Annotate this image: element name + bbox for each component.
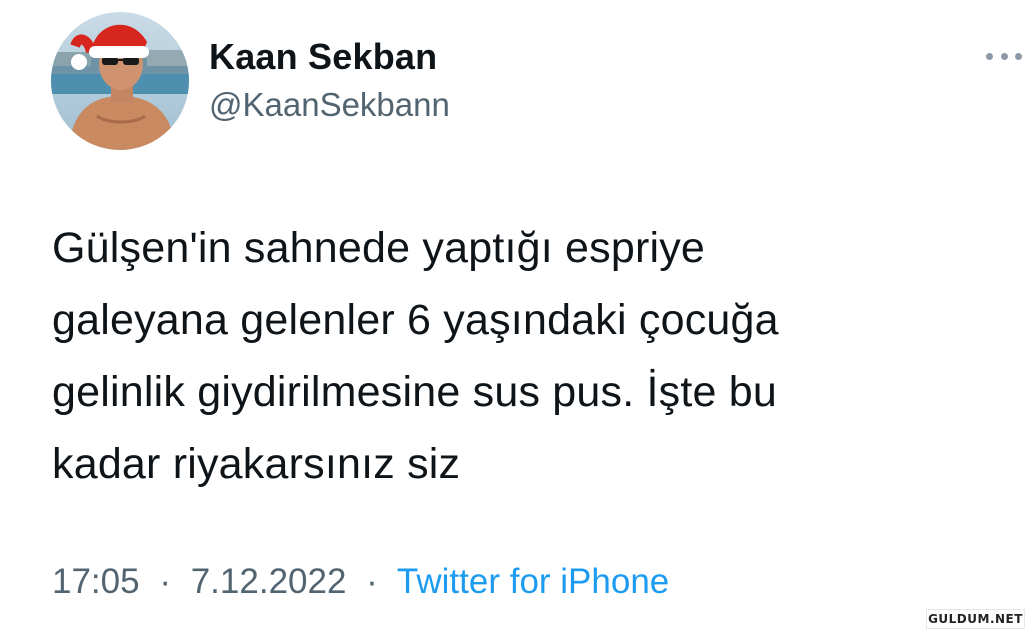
more-dot <box>986 52 993 60</box>
author-handle[interactable]: @KaanSekbann <box>209 86 450 124</box>
tweet-time[interactable]: 17:05 <box>52 562 140 601</box>
tweet-text-line: galeyana gelenler 6 yaşındaki çocuğa <box>52 296 779 344</box>
more-options-icon[interactable] <box>986 46 1022 66</box>
avatar[interactable] <box>51 12 189 150</box>
tweet-card: Kaan Sekban @KaanSekbann Gülşen'in sahne… <box>0 0 1027 631</box>
author-display-name[interactable]: Kaan Sekban <box>209 36 437 78</box>
tweet-date[interactable]: 7.12.2022 <box>191 562 347 601</box>
meta-separator: · <box>159 562 171 601</box>
tweet-meta: 17:05 · 7.12.2022 · Twitter for iPhone <box>52 562 669 602</box>
tweet-text-line: gelinlik giydirilmesine sus pus. İşte bu <box>52 368 777 416</box>
tweet-text-line: kadar riyakarsınız siz <box>52 440 461 488</box>
tweet-source-link[interactable]: Twitter for iPhone <box>397 562 669 601</box>
tweet-text-line: Gülşen'in sahnede yaptığı espriye <box>52 224 706 272</box>
more-dot <box>1000 52 1008 60</box>
avatar-image <box>51 12 189 150</box>
watermark: GULDUM.NET <box>926 609 1025 629</box>
tweet-text: Gülşen'in sahnede yaptığı espriye galeya… <box>52 212 992 500</box>
meta-separator: · <box>366 562 378 601</box>
more-dot <box>1015 52 1022 60</box>
